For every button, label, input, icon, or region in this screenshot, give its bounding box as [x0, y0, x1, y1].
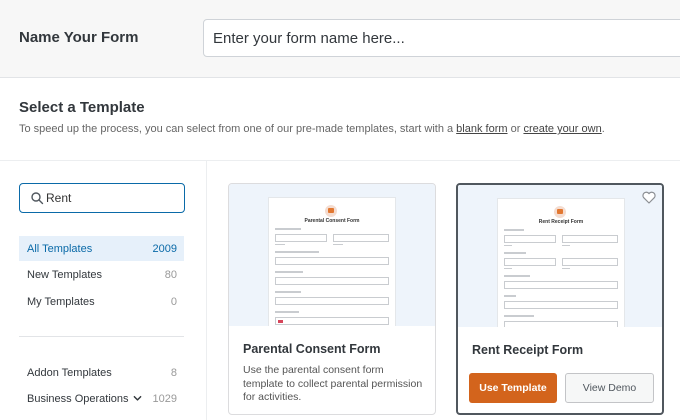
name-form-label: Name Your Form: [19, 29, 139, 46]
category-addon-templates[interactable]: Addon Templates 8: [19, 360, 184, 385]
create-your-own-link[interactable]: create your own: [523, 123, 601, 135]
category-count: 2009: [152, 243, 177, 255]
category-all-templates[interactable]: All Templates 2009: [19, 236, 184, 261]
use-template-button[interactable]: Use Template: [469, 373, 557, 403]
category-business-operations[interactable]: Business Operations 1029: [19, 386, 184, 411]
template-card-parental-consent[interactable]: Parental Consent Form Parental Consent F…: [228, 183, 436, 415]
category-label: New Templates: [27, 269, 102, 281]
template-card-title: Parental Consent Form: [243, 342, 381, 356]
category-label: Addon Templates: [27, 367, 112, 379]
blank-form-link[interactable]: blank form: [456, 123, 507, 135]
section-divider: [0, 160, 680, 161]
template-card-description: Use the parental consent form template t…: [243, 364, 423, 403]
form-icon: [554, 206, 566, 218]
subtitle-text: To speed up the process, you can select …: [19, 123, 457, 135]
sidebar-divider: [206, 160, 207, 420]
category-my-templates[interactable]: My Templates 0: [19, 289, 184, 314]
category-label: All Templates: [27, 243, 93, 255]
category-count: 0: [170, 296, 177, 308]
template-preview: Parental Consent Form: [229, 184, 435, 326]
name-form-bar: Name Your Form: [0, 0, 680, 78]
category-count: 1029: [152, 393, 177, 405]
category-label: My Templates: [27, 296, 95, 308]
template-card-title: Rent Receipt Form: [472, 343, 584, 357]
template-preview: Rent Receipt Form: [458, 185, 662, 327]
category-new-templates[interactable]: New Templates 80: [19, 262, 184, 287]
category-count: 8: [170, 367, 177, 379]
preview-form-title: Parental Consent Form: [304, 218, 360, 224]
view-demo-button[interactable]: View Demo: [565, 373, 654, 403]
form-preview-sheet: Parental Consent Form: [269, 198, 395, 326]
category-count: 80: [164, 269, 177, 281]
select-template-heading: Select a Template: [19, 99, 145, 116]
form-preview-sheet: Rent Receipt Form: [498, 199, 624, 327]
subtitle-text-end: .: [601, 123, 605, 135]
select-template-subtitle: To speed up the process, you can select …: [19, 123, 605, 135]
category-label: Business Operations: [27, 393, 129, 405]
preview-form-title: Rent Receipt Form: [538, 219, 584, 225]
search-icon: [31, 192, 44, 205]
form-name-input[interactable]: [203, 19, 680, 57]
heart-icon[interactable]: [642, 191, 656, 204]
form-icon: [325, 205, 337, 217]
chevron-down-icon[interactable]: [133, 394, 142, 403]
template-search[interactable]: [19, 183, 185, 213]
sidebar-section-divider: [19, 336, 184, 337]
template-card-rent-receipt[interactable]: Rent Receipt Form Rent Receipt Form Use …: [456, 183, 664, 415]
template-search-input[interactable]: [46, 184, 176, 211]
subtitle-text-or: or: [507, 123, 524, 135]
